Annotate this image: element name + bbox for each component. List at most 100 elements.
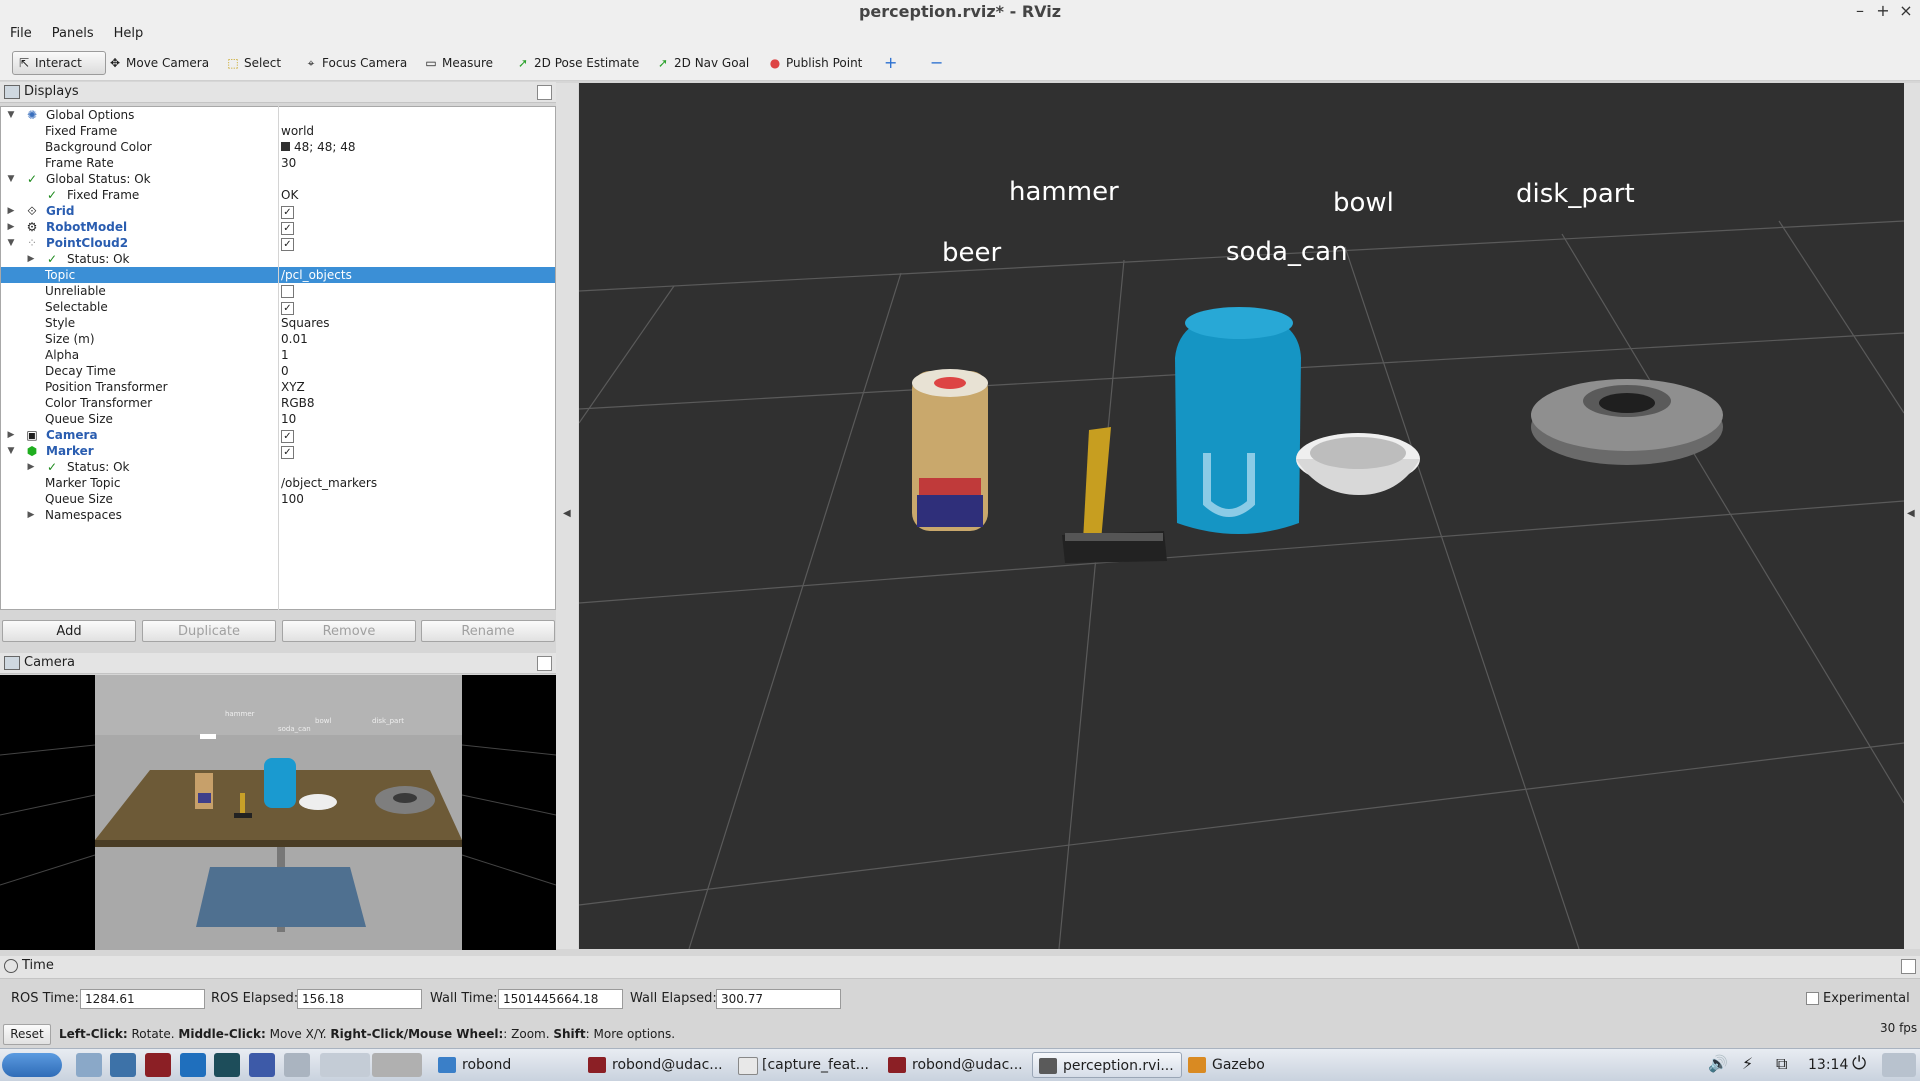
camera-label-soda-can: soda_can [278,725,311,733]
gear-icon: ✺ [26,108,38,122]
wall-time-label: Wall Time: [430,991,498,1006]
clock[interactable]: 13:14 [1808,1057,1848,1073]
close-button[interactable]: × [1896,1,1916,20]
expand-arrow-icon[interactable]: ▶ [25,459,37,475]
text-editor-icon [738,1057,758,1075]
unreliable-checkbox[interactable] [281,285,294,298]
power-cable-icon[interactable]: ⚡ [1742,1054,1753,1073]
expand-arrow-icon[interactable]: ▶ [5,427,17,443]
marker-enabled-checkbox[interactable]: ✓ [281,446,294,459]
expand-arrow-icon[interactable]: ▶ [25,507,37,523]
show-desktop-icon[interactable] [1882,1053,1916,1077]
grid-enabled-checkbox[interactable]: ✓ [281,206,294,219]
status-bar: Reset Left-Click: Rotate. Middle-Click: … [0,1021,1920,1046]
panel-close-checkbox[interactable] [537,85,552,100]
toolbar: ⇱ Interact ✥ Move Camera ⬚ Select ⌖ Focus Ca… [0,46,1920,81]
cursor-icon: ⇱ [18,56,30,70]
camera-panel-header: Camera [0,653,556,674]
selectable-checkbox[interactable]: ✓ [281,302,294,315]
maximize-button[interactable]: + [1873,1,1893,20]
window-icon[interactable] [284,1053,310,1077]
pointcloud-icon: ⁘ [26,236,38,250]
camera-label-hammer: hammer [225,710,255,718]
move-camera-tool[interactable]: ✥ Move Camera [104,52,213,74]
expand-arrow-icon[interactable]: ▶ [5,219,17,235]
monitor-icon [4,84,20,99]
file-manager-icon[interactable] [76,1053,102,1077]
map-pin-icon: ● [769,56,781,70]
experimental-checkbox[interactable] [1806,992,1819,1005]
remove-button[interactable]: Remove [282,620,416,642]
left-dock-handle[interactable]: ◀ [556,83,578,949]
pointcloud2-enabled-checkbox[interactable]: ✓ [281,238,294,251]
pose-estimate-tool[interactable]: ➚ 2D Pose Estimate [512,52,643,74]
add-button[interactable]: Add [2,620,136,642]
vscode-icon[interactable] [180,1053,206,1077]
task-capture-features[interactable]: [capture_feat... [732,1052,882,1078]
measure-tool[interactable]: ▭ Measure [420,52,497,74]
marker-cube-icon: ⬢ [26,444,38,458]
move-icon: ✥ [109,56,121,70]
3d-viewport[interactable]: hammer bowl disk_part beer soda_can [579,83,1904,949]
task-rviz[interactable]: perception.rvi... [1032,1052,1182,1078]
task-gazebo[interactable]: Gazebo [1182,1052,1332,1078]
panel-close-checkbox[interactable] [1901,959,1916,974]
duplicate-button[interactable]: Duplicate [142,620,276,642]
remove-tool-icon[interactable]: − [926,52,947,74]
rename-button[interactable]: Rename [421,620,555,642]
task-terminal-1[interactable]: robond@udac... [582,1052,732,1078]
expand-arrow-icon[interactable]: ▼ [5,171,17,187]
camera-enabled-checkbox[interactable]: ✓ [281,430,294,443]
expand-arrow-icon[interactable]: ▶ [5,203,17,219]
nav-goal-tool[interactable]: ➚ 2D Nav Goal [652,52,753,74]
menu-help[interactable]: Help [104,24,154,41]
expand-arrow-icon[interactable]: ▼ [5,235,17,251]
disk-part-pointcloud [1531,379,1723,465]
control-panel-icon[interactable] [110,1053,136,1077]
wall-time-field[interactable]: 1501445664.18 [498,989,623,1009]
clock-icon [4,958,18,973]
menu-file[interactable]: File [0,24,42,41]
camera-view[interactable]: hammer bowl soda_can disk_part [0,675,556,950]
desktop-pager-icon-2[interactable] [372,1053,422,1077]
ros-elapsed-field[interactable]: 156.18 [297,989,422,1009]
robot-model-enabled-checkbox[interactable]: ✓ [281,222,294,235]
task-terminal-2[interactable]: robond@udac... [882,1052,1032,1078]
select-tool[interactable]: ⬚ Select [222,52,285,74]
monitor-app-icon[interactable] [214,1053,240,1077]
right-dock-handle[interactable]: ◀ [1904,83,1920,949]
expand-arrow-icon[interactable]: ▼ [5,107,17,123]
power-icon[interactable]: ⏻ [1852,1053,1866,1074]
rviz-icon [1039,1058,1057,1074]
publish-point-tool[interactable]: ● Publish Point [764,52,866,74]
desktop-pager-icon[interactable] [320,1053,370,1077]
ros-time-label: ROS Time: [11,991,79,1006]
interact-tool[interactable]: ⇱ Interact [12,51,106,75]
camera-panel-icon [4,655,20,670]
color-swatch [281,142,290,151]
volume-icon[interactable]: 🔊 [1708,1054,1728,1073]
marker-label-hammer: hammer [1009,177,1119,207]
expand-arrow-icon[interactable]: ▼ [5,443,17,459]
panel-close-checkbox[interactable] [537,656,552,671]
start-menu-icon[interactable] [2,1053,62,1077]
task-robond[interactable]: robond [432,1052,582,1078]
checkmark-icon: ✓ [46,188,58,202]
expand-arrow-icon[interactable]: ▶ [25,251,37,267]
fps-counter: 30 fps [1880,1021,1918,1035]
focus-camera-tool[interactable]: ⌖ Focus Camera [300,52,411,74]
ros-time-field[interactable]: 1284.61 [80,989,205,1009]
terminal-icon[interactable] [145,1053,171,1077]
select-icon: ⬚ [227,56,239,70]
mouse-hint: Left-Click: Rotate. Middle-Click: Move X… [59,1027,676,1041]
code-icon[interactable] [249,1053,275,1077]
collapse-left-arrow-icon[interactable]: ◀ [563,508,571,519]
checkmark-icon: ✓ [26,172,38,186]
network-icon[interactable]: ⧉ [1776,1054,1787,1074]
add-tool-icon[interactable]: + [880,52,901,74]
reset-button[interactable]: Reset [3,1024,51,1045]
menu-panels[interactable]: Panels [42,24,104,41]
minimize-button[interactable]: – [1850,1,1870,20]
collapse-right-arrow-icon[interactable]: ◀ [1907,508,1915,519]
wall-elapsed-field[interactable]: 300.77 [716,989,841,1009]
